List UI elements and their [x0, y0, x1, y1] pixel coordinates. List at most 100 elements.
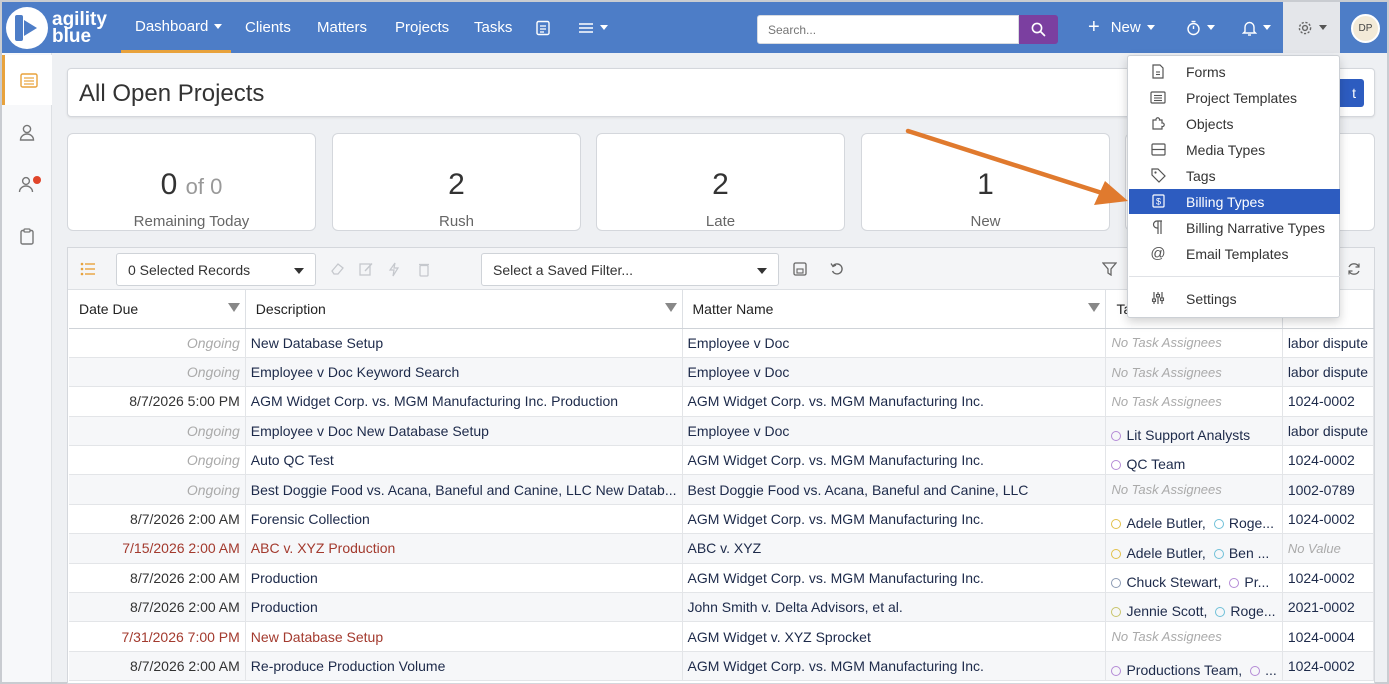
cell-matter-name[interactable]: AGM Widget Corp. vs. MGM Manufacturing I… — [682, 386, 1107, 417]
column-header-matter-name[interactable]: Matter Name — [682, 290, 1107, 329]
cell-matter-name[interactable]: AGM Widget v. XYZ Sprocket — [682, 621, 1107, 652]
card-value: 1 — [977, 168, 994, 201]
menu-item-media-types[interactable]: Media Types — [1129, 137, 1340, 162]
menu-lines-icon[interactable] — [578, 2, 608, 53]
cell-description[interactable]: Production — [245, 563, 683, 594]
table-row[interactable]: Ongoing New Database Setup Employee v Doc N… — [69, 328, 1375, 358]
sidebar-item-user[interactable] — [2, 107, 52, 157]
table-row[interactable]: Ongoing Employee v Doc Keyword Search Empl… — [69, 357, 1375, 388]
table-row[interactable]: 8/7/2026 2:00 AM Production John Smith v. … — [69, 592, 1375, 623]
menu-item-billing-types[interactable]: $ Billing Types — [1129, 189, 1340, 214]
cell-matter-name[interactable]: ABC v. XYZ — [682, 533, 1107, 564]
column-header-date-due[interactable]: Date Due — [69, 290, 246, 329]
nav-dashboard[interactable]: Dashboard — [121, 2, 231, 53]
search-input[interactable] — [757, 15, 1019, 44]
edit-icon[interactable] — [357, 260, 375, 278]
undo-icon[interactable] — [828, 260, 846, 278]
cell-matter-name[interactable]: Employee v Doc — [682, 416, 1107, 447]
selected-records-dropdown[interactable]: 0 Selected Records — [116, 253, 316, 286]
table-row[interactable]: 8/7/2026 2:00 AM Re-produce Production Vo… — [69, 651, 1375, 682]
cell-matter-name[interactable]: John Smith v. Delta Advisors, et al. — [682, 592, 1107, 623]
table-row[interactable]: 8/7/2026 5:00 PM AGM Widget Corp. vs. MGM… — [69, 386, 1375, 417]
cell-description[interactable]: Employee v Doc Keyword Search — [245, 357, 683, 388]
timer-button[interactable] — [1186, 2, 1215, 53]
chevron-down-icon — [214, 23, 223, 29]
cell-description[interactable]: New Database Setup — [245, 328, 683, 358]
list-view-icon[interactable] — [79, 260, 97, 278]
table-row[interactable]: Ongoing Auto QC Test AGM Widget Corp. vs. … — [69, 445, 1375, 476]
card-late[interactable]: 2 Late — [596, 133, 845, 231]
top-nav: agility blue Dashboard Clients Matters P… — [2, 2, 1387, 53]
sidebar-item-clipboard[interactable] — [2, 211, 52, 261]
assignee-dot-icon — [1111, 431, 1122, 442]
column-header-description[interactable]: Description — [245, 290, 683, 329]
cell-description[interactable]: Forensic Collection — [245, 504, 683, 535]
search-icon — [1031, 22, 1046, 37]
menu-item-project-templates[interactable]: Project Templates — [1129, 85, 1340, 110]
user-avatar[interactable]: DP — [1351, 14, 1380, 43]
cell-description[interactable]: Auto QC Test — [245, 445, 683, 476]
filter-icon[interactable] — [1100, 260, 1118, 278]
cell-date-due: 8/7/2026 5:00 PM — [69, 386, 246, 417]
card-new[interactable]: 1 New — [861, 133, 1110, 231]
cell-date-due: 8/7/2026 2:00 AM — [69, 592, 246, 623]
table-row[interactable]: 7/15/2026 2:00 AM ABC v. XYZ Production AB… — [69, 533, 1375, 564]
table-row[interactable]: 8/7/2026 2:00 AM Forensic Collection AGM W… — [69, 504, 1375, 535]
new-button[interactable]: + New — [1088, 2, 1155, 53]
nav-projects[interactable]: Projects — [395, 2, 449, 53]
menu-item-objects[interactable]: Objects — [1129, 111, 1340, 136]
table-row[interactable]: 7/31/2026 7:00 PM New Database Setup AGM W… — [69, 621, 1375, 652]
menu-item-email-templates[interactable]: @ Email Templates — [1129, 241, 1340, 266]
cell-matter-name[interactable]: Employee v Doc — [682, 328, 1107, 358]
brand-logo[interactable]: agility blue — [6, 6, 118, 50]
cell-description[interactable]: Re-produce Production Volume — [245, 651, 683, 682]
trash-icon[interactable] — [415, 260, 433, 278]
filter-icon[interactable] — [227, 303, 240, 312]
cell-matter-name[interactable]: AGM Widget Corp. vs. MGM Manufacturing I… — [682, 651, 1107, 682]
assignee-name: Roge... — [1230, 603, 1276, 620]
menu-item-settings[interactable]: Settings — [1129, 286, 1340, 311]
assignee-dot-icon — [1250, 666, 1261, 677]
nav-clients[interactable]: Clients — [245, 2, 291, 53]
nav-matters[interactable]: Matters — [317, 2, 367, 53]
cell-description[interactable]: ABC v. XYZ Production — [245, 533, 683, 564]
menu-item-forms[interactable]: Forms — [1129, 59, 1340, 84]
cell-matter-name[interactable]: AGM Widget Corp. vs. MGM Manufacturing I… — [682, 445, 1107, 476]
save-icon[interactable] — [791, 260, 809, 278]
sidebar-item-projects[interactable] — [2, 55, 52, 105]
eraser-icon[interactable] — [328, 260, 346, 278]
refresh-icon[interactable] — [1345, 260, 1363, 278]
cell-matter-name[interactable]: Employee v Doc — [682, 357, 1107, 388]
saved-filter-dropdown[interactable]: Select a Saved Filter... — [481, 253, 779, 286]
cell-matter-name[interactable]: Best Doggie Food vs. Acana, Baneful and … — [682, 474, 1107, 505]
table-row[interactable]: Ongoing Best Doggie Food vs. Acana, Banef… — [69, 474, 1375, 505]
settings-gear-button[interactable] — [1283, 2, 1340, 53]
cell-description[interactable]: AGM Widget Corp. vs. MGM Manufacturing I… — [245, 386, 683, 417]
notifications-button[interactable] — [1242, 2, 1271, 53]
card-remaining-today[interactable]: 0 of 0 Remaining Today — [67, 133, 316, 231]
table-row[interactable]: Ongoing Employee v Doc New Database Setup… — [69, 416, 1375, 447]
cell-description[interactable]: New Database Setup — [245, 621, 683, 652]
nav-tasks[interactable]: Tasks — [474, 2, 512, 53]
calendar-icon[interactable] — [536, 2, 550, 53]
filter-icon[interactable] — [1088, 303, 1101, 312]
filter-icon[interactable] — [664, 303, 677, 312]
cell-date-due: 8/7/2026 2:00 AM — [69, 504, 246, 535]
menu-item-billing-narrative-types[interactable]: Billing Narrative Types — [1129, 215, 1340, 240]
cell-reference: 1024-0004 — [1282, 621, 1375, 652]
assignee-name: Jennie Scott, — [1126, 603, 1208, 620]
sidebar-item-contacts[interactable] — [2, 159, 52, 209]
card-rush[interactable]: 2 Rush — [332, 133, 581, 231]
cell-matter-name[interactable]: AGM Widget Corp. vs. MGM Manufacturing I… — [682, 504, 1107, 535]
cell-reference: 1002-0789 — [1282, 474, 1375, 505]
assignee-dot-icon — [1111, 578, 1122, 589]
cell-matter-name[interactable]: AGM Widget Corp. vs. MGM Manufacturing I… — [682, 563, 1107, 594]
cell-description[interactable]: Production — [245, 592, 683, 623]
cell-description[interactable]: Best Doggie Food vs. Acana, Baneful and … — [245, 474, 683, 505]
card-label: New — [970, 213, 1001, 230]
cell-description[interactable]: Employee v Doc New Database Setup — [245, 416, 683, 447]
search-button[interactable] — [1019, 15, 1058, 44]
lightning-icon[interactable] — [385, 260, 403, 278]
menu-item-tags[interactable]: Tags — [1129, 163, 1340, 188]
table-row[interactable]: 8/7/2026 2:00 AM Production AGM Widget Cor… — [69, 563, 1375, 594]
